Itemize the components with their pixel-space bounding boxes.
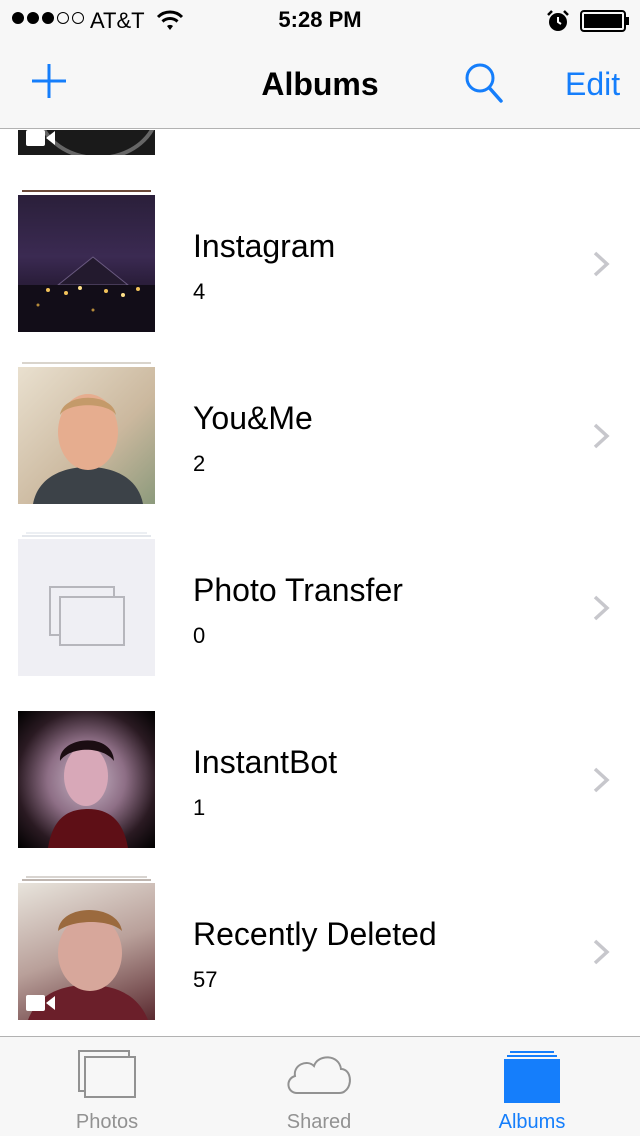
chevron-right-icon — [593, 595, 610, 621]
tab-label: Shared — [286, 1111, 352, 1133]
alarm-icon — [547, 10, 569, 31]
album-name: InstantBot — [193, 744, 338, 780]
search-icon[interactable] — [464, 62, 504, 104]
album-thumbnail — [18, 711, 155, 848]
edit-button[interactable]: Edit — [565, 66, 620, 103]
tab-label: Albums — [498, 1111, 566, 1133]
tab-shared[interactable]: Shared — [249, 1037, 389, 1136]
photos-placeholder-icon — [49, 586, 125, 646]
album-row-recently-deleted[interactable]: Recently Deleted 57 — [0, 848, 640, 1020]
album-row-instantbot[interactable]: InstantBot 1 — [0, 676, 640, 848]
album-thumbnail — [18, 195, 155, 332]
album-count: 0 — [193, 623, 206, 648]
album-row-photo-transfer[interactable]: Photo Transfer 0 — [0, 504, 640, 676]
album-name: You&Me — [193, 400, 313, 436]
album-name: Instagram — [193, 228, 336, 264]
empty-album-thumbnail — [18, 539, 155, 676]
chevron-right-icon — [593, 767, 610, 793]
page-title: Albums — [261, 66, 379, 102]
video-icon — [26, 995, 55, 1011]
cloud-icon — [287, 1056, 351, 1094]
album-count: 4 — [193, 279, 206, 304]
album-list[interactable]: Instagram 4 You&Me 2 Photo Transfer 0 In… — [0, 130, 640, 1036]
list-item[interactable] — [0, 130, 640, 160]
album-count: 57 — [193, 967, 218, 992]
albums-icon — [504, 1051, 560, 1103]
album-count: 2 — [193, 451, 206, 476]
chevron-right-icon — [593, 939, 610, 965]
battery-icon — [580, 10, 629, 32]
album-row-you-and-me[interactable]: You&Me 2 — [0, 332, 640, 504]
tab-bar: Photos Shared Albums — [0, 1036, 640, 1136]
album-thumbnail — [18, 130, 155, 155]
album-thumbnail — [18, 367, 155, 504]
navigation-bar: Albums Edit — [0, 40, 640, 129]
status-time: 5:28 PM — [278, 7, 362, 32]
album-name: Recently Deleted — [193, 916, 437, 952]
photos-icon — [78, 1050, 136, 1098]
albums-screen: AT&T 5:28 PM Albums Edit Instagram 4 You… — [0, 0, 640, 1136]
tab-albums[interactable]: Albums — [462, 1037, 602, 1136]
status-bar: AT&T 5:28 PM — [0, 0, 640, 40]
video-icon — [26, 130, 55, 146]
chevron-right-icon — [593, 423, 610, 449]
album-thumbnail — [18, 883, 155, 1020]
album-name: Photo Transfer — [193, 572, 403, 608]
tab-label: Photos — [75, 1111, 139, 1133]
album-row-instagram[interactable]: Instagram 4 — [0, 160, 640, 332]
tab-photos[interactable]: Photos — [37, 1037, 177, 1136]
album-count: 1 — [193, 795, 206, 820]
chevron-right-icon — [593, 251, 610, 277]
